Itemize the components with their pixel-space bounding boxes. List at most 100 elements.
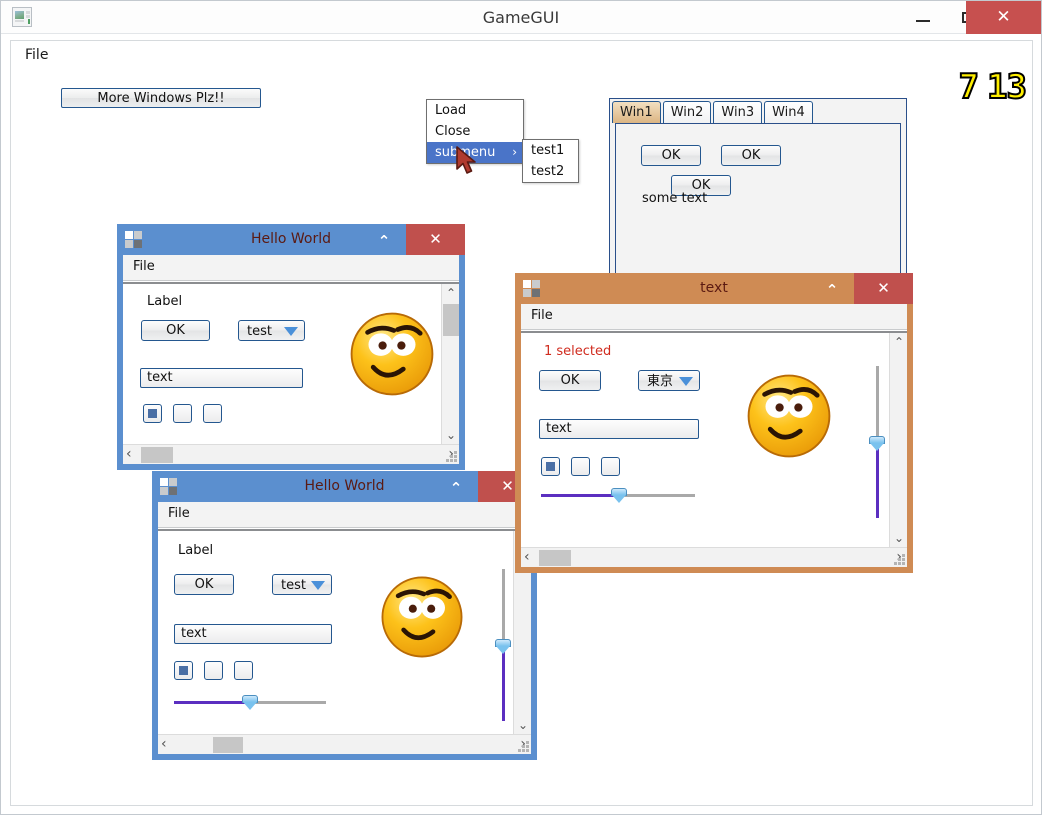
submenu-item-test1[interactable]: test1 <box>523 140 578 161</box>
slider-track-filled <box>502 647 505 721</box>
slider-horizontal[interactable] <box>541 488 695 503</box>
window-hello-center[interactable]: Hello World ⌃ ✕ File Label OK test text <box>117 224 465 470</box>
menubar[interactable]: File <box>521 304 907 330</box>
menu-item-load[interactable]: Load <box>427 100 523 121</box>
scroll-down-arrow[interactable]: ⌄ <box>514 716 531 734</box>
checkbox-2[interactable] <box>173 404 192 423</box>
tab-win2[interactable]: Win2 <box>662 101 712 123</box>
menubar[interactable]: File <box>158 502 531 528</box>
close-button[interactable]: ✕ <box>406 224 465 255</box>
scroll-up-arrow[interactable]: ⌃ <box>890 333 907 351</box>
horizontal-scrollbar[interactable]: ‹ › <box>123 444 459 464</box>
combo-test[interactable]: test <box>238 320 305 341</box>
hud-counters: 7 13 <box>958 69 1028 105</box>
close-button[interactable]: ✕ <box>966 1 1041 34</box>
application-titlebar[interactable]: GameGUI ✕ <box>1 1 1041 34</box>
restore-button[interactable]: ⌃ <box>810 273 854 304</box>
chevron-down-icon <box>679 377 693 386</box>
slider-track-filled <box>876 444 879 518</box>
text-input[interactable]: text <box>174 624 332 644</box>
checkbox-3[interactable] <box>203 404 222 423</box>
vertical-scrollbar[interactable]: ⌃ ⌄ <box>441 284 459 444</box>
menubar[interactable]: File <box>123 255 459 281</box>
scroll-left-arrow[interactable]: ‹ <box>161 736 167 752</box>
slider-vertical[interactable] <box>869 366 885 518</box>
menu-file[interactable]: File <box>133 259 155 274</box>
submenu-item-test2[interactable]: test2 <box>523 161 578 182</box>
checkbox-3[interactable] <box>234 661 253 680</box>
chevron-right-icon: › <box>512 145 517 159</box>
scroll-thumb[interactable] <box>141 447 173 463</box>
some-text-label: some text <box>642 191 708 206</box>
menu-file[interactable]: File <box>25 47 48 63</box>
slider-knob[interactable] <box>242 695 258 710</box>
checkbox-1[interactable] <box>174 661 193 680</box>
checkbox-3[interactable] <box>601 457 620 476</box>
slider-track <box>876 366 879 444</box>
menu-item-close[interactable]: Close <box>427 121 523 142</box>
resize-grip[interactable] <box>518 741 529 752</box>
checkbox-1[interactable] <box>541 457 560 476</box>
ok-button-1[interactable]: OK <box>641 145 701 166</box>
combo-tokyo[interactable]: 東京 <box>638 370 700 391</box>
minimize-button[interactable] <box>900 1 946 34</box>
smiley-face <box>376 571 468 663</box>
menu-file[interactable]: File <box>168 506 190 521</box>
window-body: File Label OK test text <box>158 502 531 754</box>
restore-button[interactable]: ⌃ <box>362 224 406 255</box>
slider-knob[interactable] <box>611 488 627 503</box>
context-menu[interactable]: Load Close submenu › <box>426 99 524 164</box>
restore-button[interactable]: ⌃ <box>434 471 478 502</box>
tab-win3[interactable]: Win3 <box>713 101 763 123</box>
tab-strip: Win1 Win2 Win3 Win4 <box>612 101 813 123</box>
ok-button[interactable]: OK <box>174 574 234 595</box>
text-input[interactable]: text <box>140 368 303 388</box>
menu-item-submenu[interactable]: submenu › <box>427 142 523 163</box>
combo-value: 東京 <box>647 374 674 389</box>
scroll-thumb[interactable] <box>443 304 459 336</box>
submenu[interactable]: test1 test2 <box>522 139 579 183</box>
slider-track <box>250 701 326 704</box>
slider-vertical[interactable] <box>495 569 511 721</box>
smiley-face <box>345 307 439 401</box>
scroll-left-arrow[interactable]: ‹ <box>524 549 530 565</box>
more-windows-button[interactable]: More Windows Plz!! <box>61 88 261 108</box>
vertical-scrollbar[interactable]: ⌃ ⌄ <box>889 333 907 547</box>
scroll-down-arrow[interactable]: ⌄ <box>442 426 459 444</box>
window-hello-lower[interactable]: Hello World ⌃ ✕ File Label OK test text <box>152 471 537 760</box>
slider-horizontal[interactable] <box>174 695 326 710</box>
tab-win4[interactable]: Win4 <box>764 101 813 123</box>
content: Label OK test text ⌃ ⌄ ‹ › <box>123 282 459 464</box>
scroll-thumb[interactable] <box>213 737 243 753</box>
window-text[interactable]: text ⌃ ✕ File 1 selected OK 東京 text ⌃ ⌄ … <box>515 273 913 573</box>
menu-file[interactable]: File <box>531 308 553 323</box>
checkbox-2[interactable] <box>571 457 590 476</box>
window-body: File Label OK test text <box>123 255 459 464</box>
minimize-icon <box>916 20 930 22</box>
horizontal-scrollbar[interactable]: ‹ › <box>521 547 907 567</box>
scroll-thumb[interactable] <box>539 550 571 566</box>
checkbox-2[interactable] <box>204 661 223 680</box>
smiley-face <box>742 369 836 463</box>
ok-button-2[interactable]: OK <box>721 145 781 166</box>
ok-button[interactable]: OK <box>141 320 210 341</box>
close-button[interactable]: ✕ <box>854 273 913 304</box>
scroll-left-arrow[interactable]: ‹ <box>126 446 132 462</box>
page-title: GameGUI <box>482 8 560 27</box>
ok-button[interactable]: OK <box>539 370 601 391</box>
text-input[interactable]: text <box>539 419 699 439</box>
slider-knob[interactable] <box>869 436 885 451</box>
resize-grip[interactable] <box>894 554 905 565</box>
slider-knob[interactable] <box>495 639 511 654</box>
scroll-down-arrow[interactable]: ⌄ <box>890 529 907 547</box>
tab-body: OK OK OK some text <box>615 123 901 286</box>
combo-test[interactable]: test <box>272 574 332 595</box>
checkbox-1[interactable] <box>143 404 162 423</box>
tab-win1[interactable]: Win1 <box>612 101 661 123</box>
resize-grip[interactable] <box>446 451 457 462</box>
menu-item-submenu-label: submenu <box>435 145 496 160</box>
chevron-down-icon <box>284 327 298 336</box>
horizontal-scrollbar[interactable]: ‹ › <box>158 734 531 754</box>
scroll-up-arrow[interactable]: ⌃ <box>442 284 459 302</box>
close-icon: ✕ <box>996 7 1011 27</box>
